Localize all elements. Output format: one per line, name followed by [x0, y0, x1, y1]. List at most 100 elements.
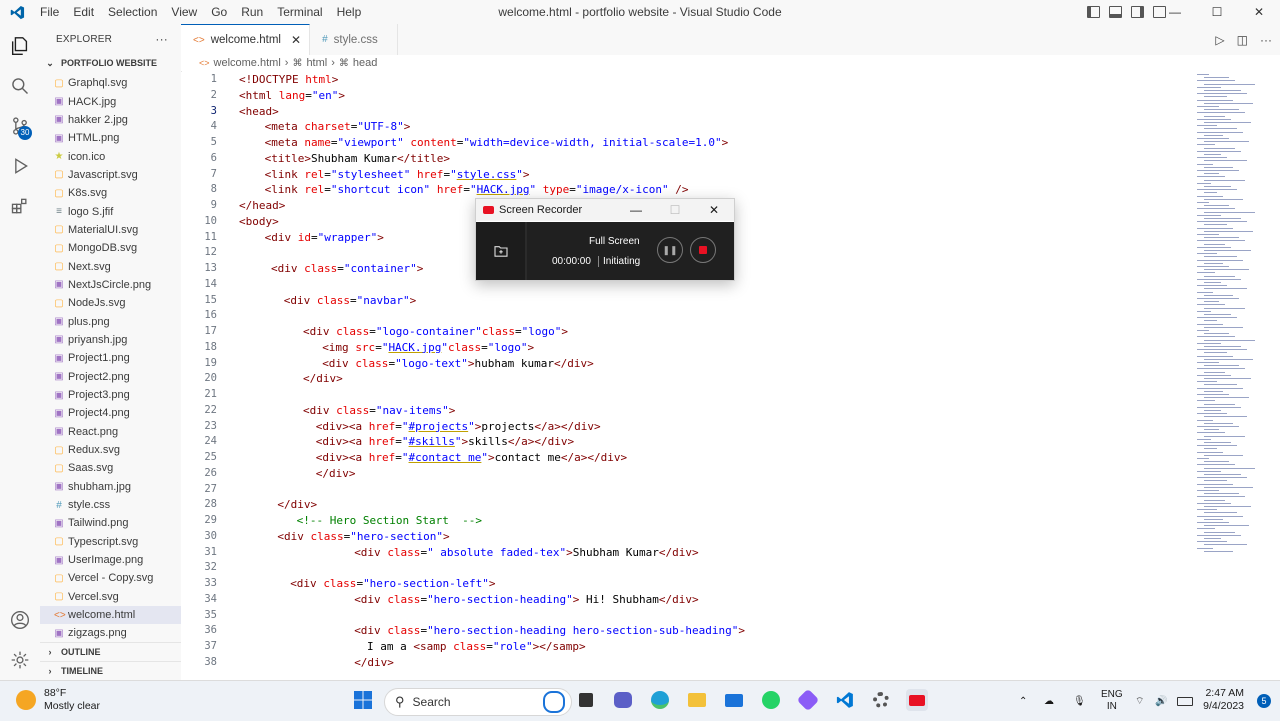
breadcrumb-item[interactable]: html: [306, 57, 327, 69]
file-item[interactable]: ▢ Saas.svg: [40, 459, 181, 477]
menu-help[interactable]: Help: [330, 0, 369, 24]
file-item[interactable]: ▣ NextJsCircle.png: [40, 276, 181, 294]
volume-icon[interactable]: 🔊: [1155, 681, 1167, 721]
code-editor[interactable]: 1 <!DOCTYPE html> 2 <html lang="en"> 3 <head>…: [181, 72, 1191, 680]
maximize-button[interactable]: ☐: [1196, 0, 1238, 24]
network-status-icon[interactable]: ☁: [1044, 681, 1054, 721]
run-debug-icon[interactable]: [8, 154, 32, 178]
close-window-button[interactable]: ✕: [1238, 0, 1280, 24]
task-view-icon[interactable]: [575, 689, 597, 711]
file-item[interactable]: ▣ HACK.jpg: [40, 92, 181, 110]
wifi-icon[interactable]: ⌔: [1135, 681, 1144, 721]
toggle-primary-sidebar-icon[interactable]: [1087, 6, 1100, 18]
vscode-taskbar-icon[interactable]: [834, 689, 856, 711]
recorder-title-bar: Screen Recorder — ☐ ✕: [476, 199, 734, 221]
outline-section[interactable]: › OUTLINE: [40, 642, 181, 661]
whatsapp-icon[interactable]: [760, 689, 782, 711]
file-item[interactable]: ▢ Vercel - Copy.svg: [40, 569, 181, 587]
start-button[interactable]: [352, 689, 374, 711]
folder-header[interactable]: ⌄ PORTFOLIO WEBSITE: [40, 55, 181, 71]
minimap-line: [1204, 486, 1253, 488]
file-item[interactable]: ▣ UserImage.png: [40, 551, 181, 569]
file-item[interactable]: ▢ Graphql.svg: [40, 74, 181, 92]
minimap[interactable]: [1191, 72, 1280, 680]
tab-welcome-html[interactable]: <> welcome.html ✕: [181, 24, 311, 55]
menu-file[interactable]: File: [33, 0, 66, 24]
manage-gear-icon[interactable]: [8, 648, 32, 672]
menu-run[interactable]: Run: [234, 0, 270, 24]
file-item[interactable]: ▢ Vercel.svg: [40, 588, 181, 606]
menu-terminal[interactable]: Terminal: [270, 0, 329, 24]
extensions-icon[interactable]: [8, 194, 32, 218]
menu-view[interactable]: View: [164, 0, 204, 24]
file-item[interactable]: ▣ React.png: [40, 423, 181, 441]
menu-edit[interactable]: Edit: [66, 0, 101, 24]
breadcrumb-item[interactable]: head: [353, 57, 377, 69]
file-item[interactable]: ▣ zigzags.png: [40, 624, 181, 642]
file-item[interactable]: ▢ MongoDB.svg: [40, 239, 181, 257]
file-item[interactable]: ▢ Typescript.svg: [40, 533, 181, 551]
code-text: <div class=" absolute faded-tex">Shubham…: [239, 545, 698, 561]
weather-widget[interactable]: 88°F Mostly clear: [16, 687, 100, 713]
file-item[interactable]: ▣ Project4.png: [40, 404, 181, 422]
mail-icon[interactable]: [723, 689, 745, 711]
microphone-icon[interactable]: 🎙: [1073, 681, 1086, 721]
file-item[interactable]: ▢ K8s.svg: [40, 184, 181, 202]
stop-button[interactable]: [690, 237, 716, 263]
menu-go[interactable]: Go: [204, 0, 234, 24]
open-folder-button[interactable]: [476, 222, 527, 280]
close-tab-icon[interactable]: ✕: [291, 33, 301, 47]
explorer-icon[interactable]: [8, 34, 32, 58]
file-item[interactable]: ▣ plus.png: [40, 312, 181, 330]
svg-file-icon: ▢: [54, 572, 64, 584]
code-token: "wrapper": [317, 230, 378, 244]
file-item[interactable]: ▢ NodeJs.svg: [40, 294, 181, 312]
file-item[interactable]: ▣ Project2.png: [40, 368, 181, 386]
file-item[interactable]: ▢ Redux.svg: [40, 441, 181, 459]
toggle-secondary-sidebar-icon[interactable]: [1131, 6, 1144, 18]
file-item[interactable]: <> welcome.html: [40, 605, 181, 625]
search-icon[interactable]: [8, 74, 32, 98]
battery-icon[interactable]: [1177, 681, 1193, 721]
file-item[interactable]: ▣ shubham.jpg: [40, 478, 181, 496]
teams-chat-icon[interactable]: [612, 689, 634, 711]
clock[interactable]: 2:47 AM 9/4/2023: [1203, 687, 1244, 713]
menu-selection[interactable]: Selection: [101, 0, 164, 24]
copilot-icon[interactable]: [796, 688, 820, 712]
tab-style-css[interactable]: # style.css: [310, 24, 399, 55]
language-indicator[interactable]: ENG IN: [1101, 681, 1123, 721]
file-item[interactable]: ▣ Project3.png: [40, 386, 181, 404]
file-item[interactable]: ▣ priyansh.jpg: [40, 331, 181, 349]
run-icon[interactable]: ▷: [1215, 33, 1224, 47]
window-controls: — ☐ ✕: [1154, 0, 1280, 24]
split-editor-icon[interactable]: ◫: [1237, 33, 1248, 47]
show-hidden-icons[interactable]: ⌃: [1019, 681, 1027, 721]
pause-button[interactable]: ❚❚: [657, 237, 683, 263]
file-item[interactable]: ≡ logo S.jfif: [40, 202, 181, 220]
file-item[interactable]: ▣ Project1.png: [40, 349, 181, 367]
explorer-more-icon[interactable]: ···: [155, 32, 168, 46]
recorder-close-button[interactable]: ✕: [698, 199, 730, 221]
toggle-panel-icon[interactable]: [1109, 6, 1122, 18]
file-item[interactable]: ▢ Javascript.svg: [40, 166, 181, 184]
breadcrumb-item[interactable]: welcome.html: [214, 57, 281, 69]
file-item[interactable]: # style.css: [40, 496, 181, 514]
code-token: ": [450, 167, 457, 181]
accounts-icon[interactable]: [8, 608, 32, 632]
file-item[interactable]: ▣ Tailwind.png: [40, 514, 181, 532]
timeline-section[interactable]: › TIMELINE: [40, 661, 181, 680]
taskbar-search[interactable]: ⚲ Search: [384, 688, 572, 716]
file-item[interactable]: ▢ MaterialUI.svg: [40, 221, 181, 239]
file-explorer-icon[interactable]: [686, 689, 708, 711]
file-item[interactable]: ▣ HTML.png: [40, 129, 181, 147]
file-item[interactable]: ▢ Next.svg: [40, 257, 181, 275]
file-item[interactable]: ★ icon.ico: [40, 147, 181, 165]
recorder-minimize-button[interactable]: —: [620, 199, 652, 221]
settings-gear-icon[interactable]: [870, 689, 892, 711]
minimize-button[interactable]: —: [1154, 0, 1196, 24]
more-actions-icon[interactable]: ···: [1260, 33, 1272, 47]
notification-badge[interactable]: 5: [1257, 694, 1271, 708]
file-item[interactable]: ▣ hakker 2.jpg: [40, 111, 181, 129]
screen-recorder-taskbar-icon[interactable]: [906, 689, 928, 711]
edge-browser-icon[interactable]: [649, 689, 671, 711]
